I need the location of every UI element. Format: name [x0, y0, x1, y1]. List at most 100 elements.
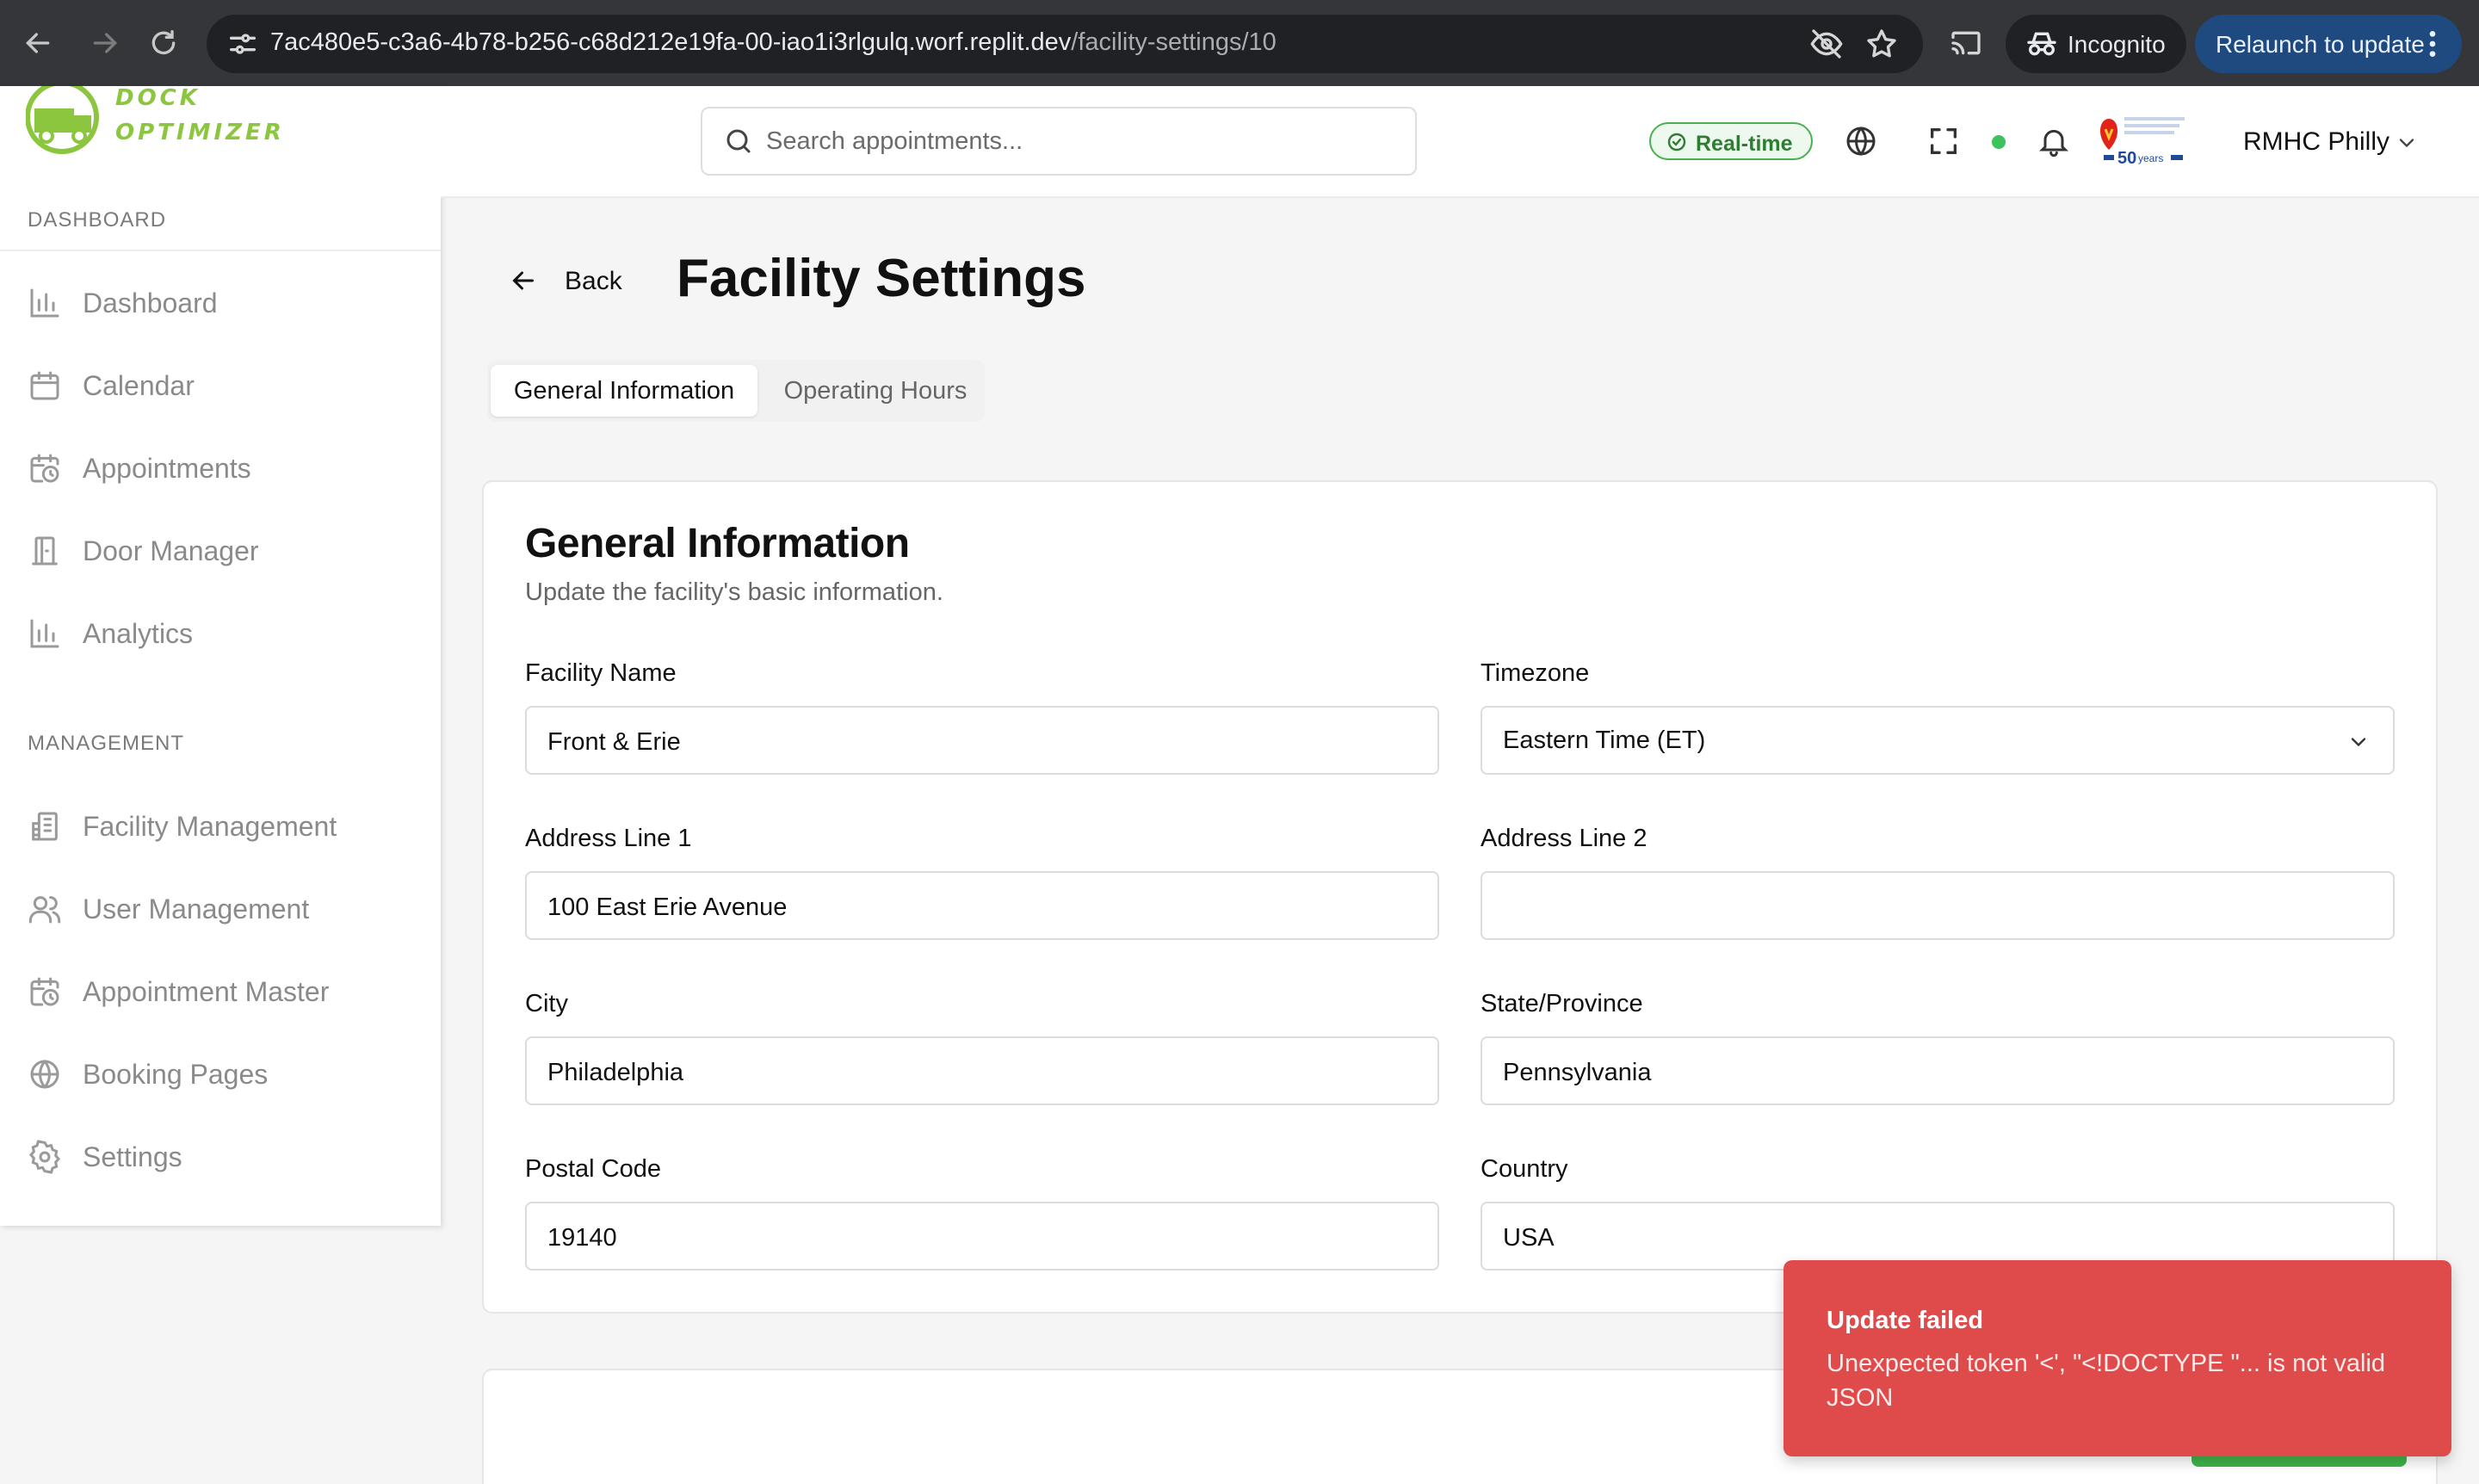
search-box[interactable] — [701, 107, 1417, 176]
bell-icon[interactable] — [2037, 124, 2071, 158]
browser-toolbar: 7ac480e5-c3a6-4b78-b256-c68d212e19fa-00-… — [0, 0, 2479, 86]
calendar-clock-icon — [28, 451, 62, 485]
timezone-label: Timezone — [1481, 659, 1590, 687]
state-field[interactable] — [1481, 1036, 2395, 1105]
url-text: 7ac480e5-c3a6-4b78-b256-c68d212e19fa-00-… — [270, 28, 1277, 56]
reload-icon[interactable] — [146, 26, 181, 60]
search-icon — [723, 126, 754, 157]
card-title: General Information — [525, 521, 910, 566]
incognito-indicator[interactable]: Incognito — [2006, 15, 2186, 73]
organization-name[interactable]: RMHC Philly — [2243, 127, 2389, 157]
state-label: State/Province — [1481, 990, 1643, 1017]
country-input[interactable] — [1503, 1217, 2346, 1258]
postal-code-label: Postal Code — [525, 1155, 661, 1183]
fullscreen-icon[interactable] — [1926, 124, 1961, 158]
address-line-2-label: Address Line 2 — [1481, 825, 1648, 852]
connection-status-dot — [1992, 135, 2006, 149]
organization-logo: 50 years — [2097, 110, 2192, 170]
address-bar[interactable]: 7ac480e5-c3a6-4b78-b256-c68d212e19fa-00-… — [207, 15, 1923, 73]
toast-title: Update failed — [1827, 1307, 1984, 1334]
cast-icon[interactable] — [1949, 26, 1983, 60]
back-label: Back — [565, 267, 622, 295]
toast-message: Unexpected token '<', "<!DOCTYPE "... is… — [1827, 1350, 2386, 1412]
svg-text:50: 50 — [2117, 149, 2136, 168]
sidebar-item-label: Appointments — [83, 453, 251, 484]
app-logo[interactable]: DOCK OPTIMIZER — [26, 86, 301, 165]
sidebar-item-label: Analytics — [83, 618, 194, 649]
sidebar-item-label: User Management — [83, 893, 310, 924]
globe-icon[interactable] — [1844, 124, 1878, 158]
realtime-badge: Real-time — [1649, 122, 1813, 160]
relaunch-button[interactable]: Relaunch to update — [2195, 15, 2462, 73]
timezone-value: Eastern Time (ET) — [1503, 727, 1706, 754]
sidebar-item-appointment-master[interactable]: Appointment Master — [0, 957, 441, 1026]
sidebar-item-analytics[interactable]: Analytics — [0, 599, 441, 668]
sidebar-item-label: Booking Pages — [83, 1059, 269, 1090]
card-subtitle: Update the facility's basic information. — [525, 578, 943, 606]
sidebar-divider — [0, 250, 441, 251]
globe-icon — [28, 1057, 62, 1091]
tab-operating-hours[interactable]: Operating Hours — [768, 365, 983, 417]
door-icon — [28, 534, 62, 568]
sidebar-item-calendar[interactable]: Calendar — [0, 351, 441, 420]
facility-name-input[interactable] — [547, 721, 1391, 763]
calendar-icon — [28, 368, 62, 403]
address-line-2-input[interactable] — [1503, 887, 2346, 928]
relaunch-label: Relaunch to update — [2216, 31, 2425, 58]
forward-arrow-icon[interactable] — [88, 26, 122, 60]
eye-off-icon[interactable] — [1809, 27, 1844, 61]
country-label: Country — [1481, 1155, 1568, 1183]
truck-logo-icon — [26, 86, 99, 154]
back-arrow-icon[interactable] — [21, 26, 55, 60]
tab-list: General Information Operating Hours — [487, 360, 985, 422]
address-line-1-label: Address Line 1 — [525, 825, 692, 852]
sidebar-item-booking-pages[interactable]: Booking Pages — [0, 1040, 441, 1109]
section-label-management: MANAGEMENT — [28, 732, 185, 755]
sidebar-item-door-manager[interactable]: Door Manager — [0, 516, 441, 585]
city-field[interactable] — [525, 1036, 1439, 1105]
facility-name-label: Facility Name — [525, 659, 677, 687]
users-icon — [28, 892, 62, 926]
chevron-down-icon — [2346, 730, 2371, 754]
sidebar-item-facility-management[interactable]: Facility Management — [0, 792, 441, 861]
gear-icon — [28, 1140, 62, 1174]
state-input[interactable] — [1503, 1052, 2346, 1093]
page-title: Facility Settings — [677, 249, 1086, 308]
sidebar-item-dashboard[interactable]: Dashboard — [0, 269, 441, 337]
logo-text: DOCK OPTIMIZER — [115, 86, 285, 145]
address-line-2-field[interactable] — [1481, 871, 2395, 940]
sidebar-item-label: Calendar — [83, 370, 195, 401]
realtime-label: Real-time — [1696, 132, 1793, 156]
postal-code-input[interactable] — [547, 1217, 1391, 1258]
bar-chart-icon — [28, 616, 62, 651]
sidebar-item-label: Door Manager — [83, 535, 259, 566]
search-input[interactable] — [766, 121, 1386, 162]
section-label-dashboard: DASHBOARD — [28, 208, 167, 232]
check-circle-icon — [1666, 132, 1687, 152]
address-line-1-field[interactable] — [525, 871, 1439, 940]
timezone-select[interactable]: Eastern Time (ET) — [1481, 706, 2395, 775]
arrow-left-icon — [508, 265, 539, 296]
error-toast[interactable]: Update failed Unexpected token '<', "<!D… — [1784, 1260, 2451, 1456]
tab-general-information[interactable]: General Information — [491, 365, 757, 417]
site-info-icon[interactable] — [226, 27, 260, 61]
calendar-clock-icon — [28, 974, 62, 1009]
address-line-1-input[interactable] — [547, 887, 1391, 928]
bar-chart-icon — [28, 286, 62, 320]
city-input[interactable] — [547, 1052, 1391, 1093]
postal-code-field[interactable] — [525, 1202, 1439, 1271]
sidebar-item-appointments[interactable]: Appointments — [0, 434, 441, 503]
sidebar-item-label: Dashboard — [83, 288, 218, 318]
incognito-icon — [2025, 27, 2059, 61]
sidebar-item-user-management[interactable]: User Management — [0, 875, 441, 943]
facility-name-field[interactable] — [525, 706, 1439, 775]
building-icon — [28, 809, 62, 844]
more-vertical-icon[interactable] — [2415, 27, 2450, 61]
chevron-down-icon[interactable] — [2395, 131, 2419, 155]
back-button[interactable]: Back — [503, 260, 640, 301]
sidebar-item-settings[interactable]: Settings — [0, 1122, 441, 1191]
sidebar-item-label: Appointment Master — [83, 976, 330, 1007]
incognito-label: Incognito — [2068, 31, 2166, 58]
star-icon[interactable] — [1864, 27, 1899, 61]
sidebar-item-label: Settings — [83, 1141, 182, 1172]
